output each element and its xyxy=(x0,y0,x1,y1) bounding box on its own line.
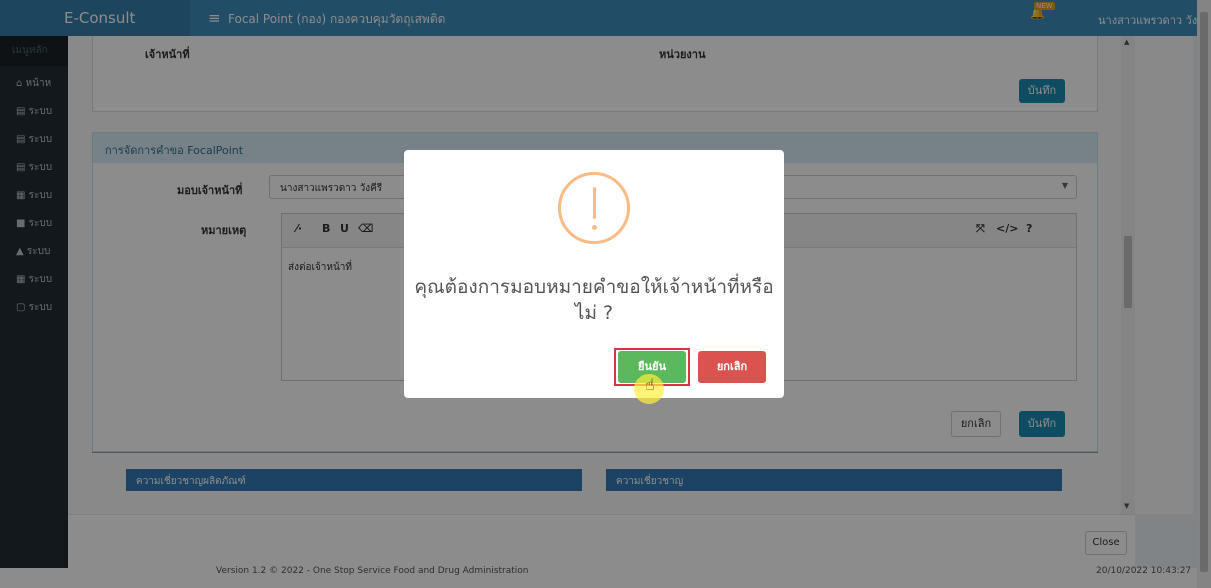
hand-cursor-icon: ☝ xyxy=(645,375,655,394)
cancel-button[interactable]: ยกเลิก xyxy=(698,351,766,383)
dialog-message: คุณต้องการมอบหมายคำขอให้เจ้าหน้าที่หรือไ… xyxy=(414,276,774,324)
confirm-dialog: คุณต้องการมอบหมายคำขอให้เจ้าหน้าที่หรือไ… xyxy=(404,150,784,404)
warning-icon xyxy=(558,172,630,244)
screen: E-Consult ≡ Focal Point (กอง) กองควบคุมว… xyxy=(0,0,1211,588)
